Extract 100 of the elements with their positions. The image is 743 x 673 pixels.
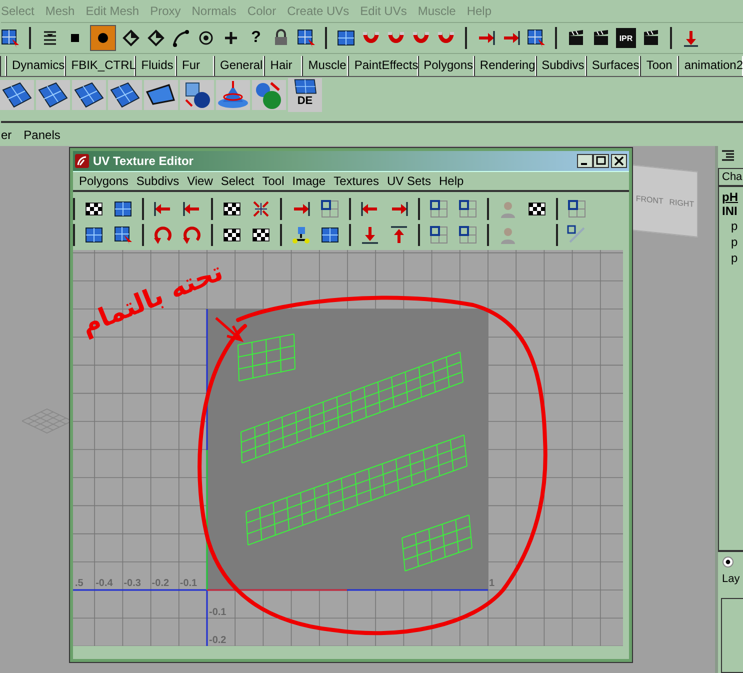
diamond-icon[interactable] — [121, 28, 141, 48]
arrow-icon[interactable] — [681, 28, 701, 48]
shelf-tab[interactable] — [0, 56, 6, 76]
grid-icon[interactable] — [0, 80, 34, 110]
select-tool-icon[interactable] — [0, 28, 20, 48]
select-tool-icon[interactable] — [526, 28, 546, 48]
quad-icon[interactable] — [144, 80, 178, 110]
diamond-icon[interactable] — [146, 28, 166, 48]
slash-icon[interactable] — [567, 225, 587, 245]
arrows-icon[interactable] — [251, 199, 271, 219]
quadrant-icon[interactable] — [458, 199, 478, 219]
shelf-tab[interactable]: General — [214, 56, 264, 76]
axis-label: -0.2 — [209, 635, 226, 646]
quadrant-icon[interactable] — [429, 199, 449, 219]
shelf-tab[interactable]: Polygons — [418, 56, 474, 76]
menu-item[interactable]: Subdivs — [136, 174, 180, 188]
menu-item[interactable]: View — [187, 174, 213, 188]
window-title: UV Texture Editor — [93, 154, 194, 168]
arrow-icon[interactable] — [389, 225, 409, 245]
menu-item[interactable]: Image — [292, 174, 326, 188]
axis-label: .5 — [75, 578, 84, 589]
axis-label: 1 — [489, 578, 495, 589]
uv-shell[interactable] — [402, 514, 472, 572]
shelf-tab[interactable]: Surfaces — [586, 56, 640, 76]
arrow-icon[interactable] — [153, 199, 173, 219]
annotation-arrow — [214, 316, 244, 342]
quadrant-icon[interactable] — [429, 225, 449, 245]
cone-icon[interactable] — [216, 80, 250, 110]
uv-shell[interactable] — [240, 352, 464, 464]
shelf-tab[interactable]: Rendering — [474, 56, 536, 76]
uv-shell[interactable] — [246, 434, 468, 546]
panel-tab[interactable]: Cha — [718, 168, 743, 186]
clapboard-icon[interactable] — [566, 28, 586, 48]
menu-item[interactable]: Panels — [24, 128, 60, 142]
shelf-tab[interactable]: Dynamics — [6, 56, 66, 76]
grid-icon[interactable] — [320, 225, 340, 245]
layer-tab[interactable]: Lay — [718, 568, 743, 590]
shelf-tab[interactable]: Muscle — [302, 56, 348, 76]
quadrant-icon[interactable] — [567, 199, 587, 219]
node-name[interactable]: pH — [719, 190, 743, 204]
select-tool-icon[interactable] — [113, 225, 133, 245]
grid-icon — [292, 78, 318, 95]
axis-label: -0.1 — [209, 607, 226, 618]
shelf-tab[interactable]: FBIK_CTRL — [65, 56, 136, 76]
arrow-icon[interactable] — [360, 199, 380, 219]
arrow-icon[interactable] — [389, 199, 409, 219]
shelf-button-label: DE — [297, 95, 313, 108]
shelf-tab[interactable]: Toon — [640, 56, 678, 76]
axis-label: -0.1 — [180, 578, 198, 589]
menu-item[interactable]: Tool — [262, 174, 284, 188]
section-heading: INI — [721, 204, 738, 218]
menu-item[interactable]: er — [1, 128, 12, 142]
rotate-icon[interactable] — [182, 225, 202, 245]
cube-face-label: FRONT — [636, 193, 664, 206]
close-button[interactable] — [611, 154, 627, 168]
grid-icon[interactable] — [113, 199, 133, 219]
shelf-button[interactable]: DE — [288, 78, 322, 112]
grid-icon[interactable] — [108, 80, 142, 110]
help-button[interactable]: ? — [246, 28, 266, 48]
menu-item[interactable]: Help — [438, 174, 464, 188]
maximize-button[interactable] — [593, 154, 609, 168]
handwritten-note: تحته بالتمام — [76, 256, 228, 342]
attribute-label: p — [730, 234, 739, 250]
grid-icon[interactable] — [320, 199, 340, 219]
shelf-tab[interactable]: PaintEffects — [348, 56, 418, 76]
axis-label: -0.2 — [152, 578, 170, 589]
rotate-icon[interactable] — [153, 225, 173, 245]
clapboard-icon[interactable] — [641, 28, 661, 48]
uv-shell[interactable] — [238, 334, 296, 382]
minimize-button[interactable] — [577, 154, 593, 168]
axis-label: -0.3 — [124, 578, 141, 589]
shelf-tab[interactable]: animation2 — [678, 56, 743, 76]
menu-item[interactable]: Polygons — [79, 174, 128, 188]
shelf-tab[interactable]: Subdivs — [536, 56, 586, 76]
shelf-tab[interactable]: Hair — [264, 56, 302, 76]
quadrant-icon[interactable] — [458, 225, 478, 245]
cube-face-label: RIGHT — [669, 196, 694, 209]
arrow-icon[interactable] — [360, 225, 380, 245]
clapboard-icon[interactable] — [591, 28, 611, 48]
attribute-label: p — [730, 218, 739, 234]
curve-icon[interactable] — [171, 28, 191, 48]
list-icon[interactable] — [721, 149, 735, 163]
grid-icon[interactable] — [72, 80, 106, 110]
app-logo-icon — [75, 154, 89, 168]
select-tool-icon[interactable] — [296, 28, 316, 48]
ipr-render-button[interactable]: IPR — [616, 28, 636, 48]
grid-icon[interactable] — [36, 80, 70, 110]
shelf-tab[interactable]: Fur — [176, 56, 214, 76]
grid-icon[interactable] — [336, 28, 356, 48]
grid-icon[interactable] — [84, 225, 104, 245]
attribute-label: p — [730, 250, 739, 266]
arrow-icon[interactable] — [291, 199, 311, 219]
menu-item[interactable]: Select — [220, 174, 254, 188]
menu-item[interactable]: Textures — [334, 174, 379, 188]
shelf-tab[interactable]: Fluids — [135, 56, 176, 76]
arrow-icon[interactable] — [501, 28, 521, 48]
arrow-icon[interactable] — [182, 199, 202, 219]
radio-button[interactable] — [722, 556, 734, 568]
arrow-icon[interactable] — [476, 28, 496, 48]
menu-item[interactable]: UV Sets — [386, 174, 431, 188]
